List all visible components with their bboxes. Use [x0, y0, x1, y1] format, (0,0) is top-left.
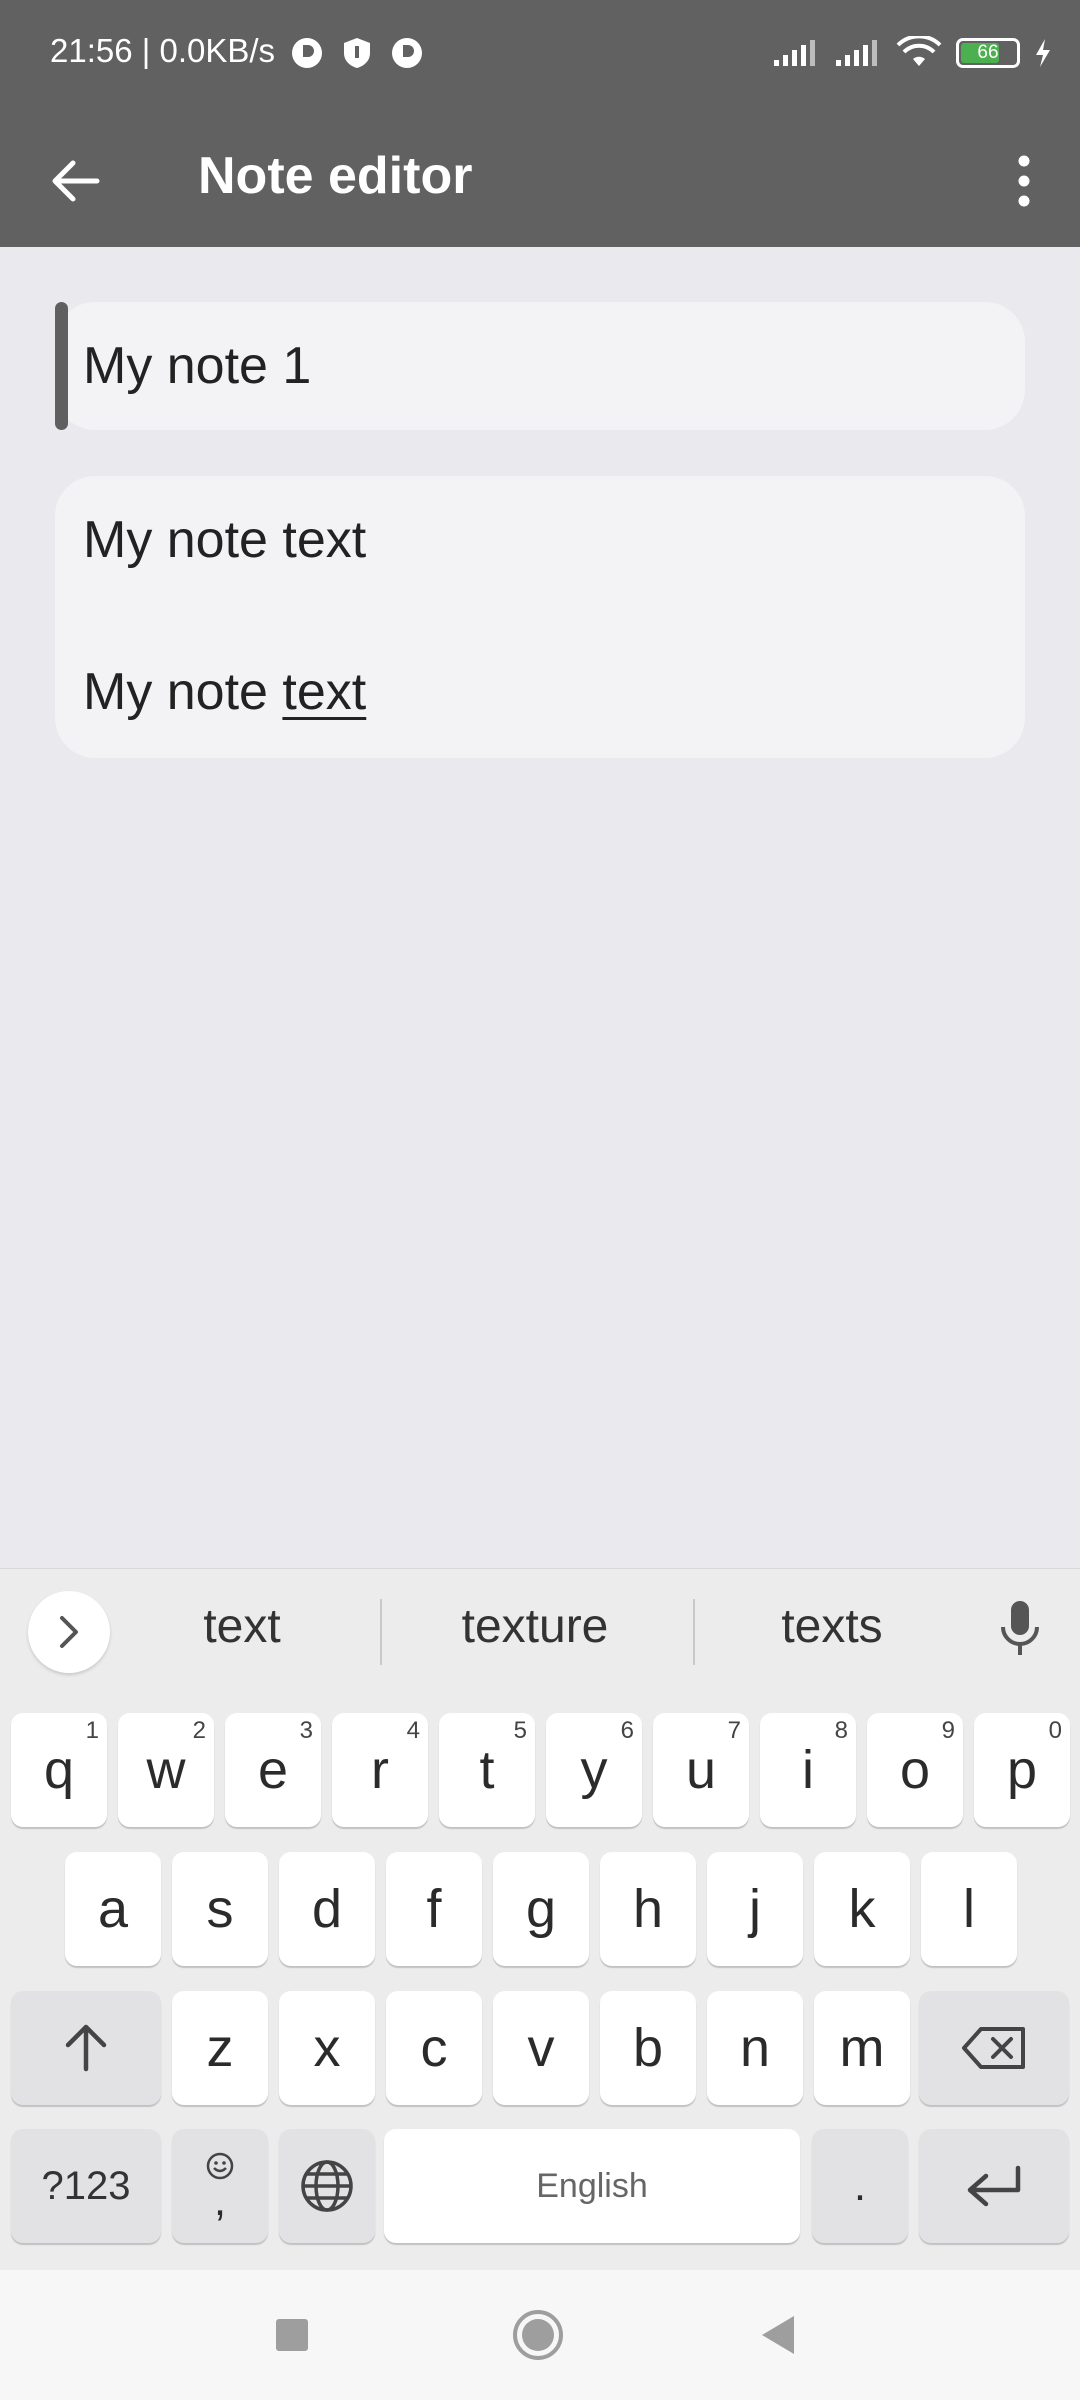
key-a[interactable]: a — [65, 1852, 161, 1966]
key-f[interactable]: f — [386, 1852, 482, 1966]
battery-level: 66 — [977, 42, 999, 63]
app-notification-icon — [392, 38, 422, 68]
period-key[interactable]: . — [812, 2129, 908, 2243]
system-navigation-bar — [0, 2270, 1080, 2400]
key-l[interactable]: l — [921, 1852, 1017, 1966]
key-c[interactable]: c — [386, 1991, 482, 2105]
focus-indicator — [55, 302, 68, 430]
key-k[interactable]: k — [814, 1852, 910, 1966]
shield-icon — [344, 38, 370, 68]
status-notification-icons — [290, 36, 424, 70]
note-body-field[interactable]: My note text My note text — [55, 476, 1025, 758]
circle-icon — [513, 2310, 563, 2360]
overflow-menu-button[interactable] — [988, 145, 1060, 217]
globe-icon — [301, 2160, 353, 2212]
key-i[interactable]: i8 — [760, 1713, 856, 1827]
suggestion-item[interactable]: texts — [702, 1599, 962, 1654]
space-bar[interactable]: English — [384, 2129, 800, 2243]
key-s[interactable]: s — [172, 1852, 268, 1966]
composing-word: text — [282, 663, 367, 721]
page-title: Note editor — [198, 147, 473, 205]
key-n[interactable]: n — [707, 1991, 803, 2105]
suggestion-bar: text texture texts — [0, 1569, 1080, 1689]
divider — [693, 1599, 695, 1665]
note-body-line: My note text — [83, 662, 366, 722]
key-w[interactable]: w2 — [118, 1713, 214, 1827]
enter-icon — [967, 2165, 1021, 2207]
key-y[interactable]: y6 — [546, 1713, 642, 1827]
note-title-field[interactable]: My note 1 — [55, 302, 1025, 430]
symbols-label: ?123 — [41, 2163, 131, 2208]
key-r[interactable]: r4 — [332, 1713, 428, 1827]
space-bar-label: English — [536, 2166, 648, 2205]
suggestion-item[interactable]: texture — [405, 1599, 665, 1654]
backspace-icon — [962, 2027, 1025, 2069]
comma-label: , — [213, 2176, 227, 2225]
key-hint: 5 — [513, 1717, 527, 1744]
key-hint: 7 — [727, 1717, 741, 1744]
key-m[interactable]: m — [814, 1991, 910, 2105]
enter-key[interactable] — [919, 2129, 1069, 2243]
status-system-icons: 66 — [772, 36, 1052, 70]
divider — [380, 1599, 382, 1665]
key-hint: 0 — [1048, 1717, 1062, 1744]
key-hint: 8 — [834, 1717, 848, 1744]
microphone-icon — [1001, 1601, 1039, 1655]
key-b[interactable]: b — [600, 1991, 696, 2105]
wifi-icon — [896, 36, 942, 66]
signal-icon — [836, 40, 877, 66]
back-button[interactable] — [40, 145, 112, 217]
more-vertical-icon — [1018, 155, 1030, 207]
key-hint: 6 — [620, 1717, 634, 1744]
triangle-back-icon — [762, 2316, 794, 2354]
chevron-right-icon — [60, 1616, 78, 1648]
key-e[interactable]: e3 — [225, 1713, 321, 1827]
back-nav-button[interactable] — [748, 2305, 808, 2365]
backspace-key[interactable] — [919, 1991, 1069, 2105]
key-u[interactable]: u7 — [653, 1713, 749, 1827]
keyboard-expand-button[interactable] — [28, 1591, 110, 1673]
symbols-key[interactable]: ?123 — [11, 2129, 161, 2243]
period-label: . — [853, 2161, 867, 2210]
square-icon — [276, 2319, 308, 2351]
key-hint: 4 — [406, 1717, 420, 1744]
key-hint: 1 — [85, 1717, 99, 1744]
shift-arrow-icon — [65, 2024, 107, 2072]
status-time: 21:56 | 0.0KB/s — [50, 32, 276, 69]
comma-emoji-key[interactable]: , — [172, 2129, 268, 2243]
app-notification-icon — [292, 38, 322, 68]
key-g[interactable]: g — [493, 1852, 589, 1966]
key-z[interactable]: z — [172, 1991, 268, 2105]
key-p[interactable]: p0 — [974, 1713, 1070, 1827]
note-body-line: My note text — [83, 511, 367, 569]
suggestion-item[interactable]: text — [112, 1599, 372, 1654]
key-v[interactable]: v — [493, 1991, 589, 2105]
note-body-text: My note — [83, 663, 283, 721]
voice-input-button[interactable] — [990, 1593, 1050, 1665]
charging-icon — [1036, 39, 1050, 67]
key-hint: 9 — [941, 1717, 955, 1744]
shift-key[interactable] — [11, 1991, 161, 2105]
arrow-left-icon — [52, 160, 100, 202]
status-bar: 21:56 | 0.0KB/s 66 — [0, 0, 1080, 115]
key-o[interactable]: o9 — [867, 1713, 963, 1827]
battery-icon: 66 — [956, 38, 1020, 68]
key-x[interactable]: x — [279, 1991, 375, 2105]
home-button[interactable] — [508, 2305, 568, 2365]
soft-keyboard: text texture texts q1 w2 e3 r4 t5 y6 u7 … — [0, 1568, 1080, 2271]
note-title-text: My note 1 — [83, 337, 312, 395]
app-bar: Note editor — [0, 115, 1080, 247]
key-hint: 3 — [299, 1717, 313, 1744]
key-j[interactable]: j — [707, 1852, 803, 1966]
key-q[interactable]: q1 — [11, 1713, 107, 1827]
key-h[interactable]: h — [600, 1852, 696, 1966]
recents-button[interactable] — [262, 2305, 322, 2365]
signal-icon — [774, 40, 815, 66]
key-t[interactable]: t5 — [439, 1713, 535, 1827]
language-key[interactable] — [279, 2129, 375, 2243]
key-hint: 2 — [192, 1717, 206, 1744]
key-d[interactable]: d — [279, 1852, 375, 1966]
